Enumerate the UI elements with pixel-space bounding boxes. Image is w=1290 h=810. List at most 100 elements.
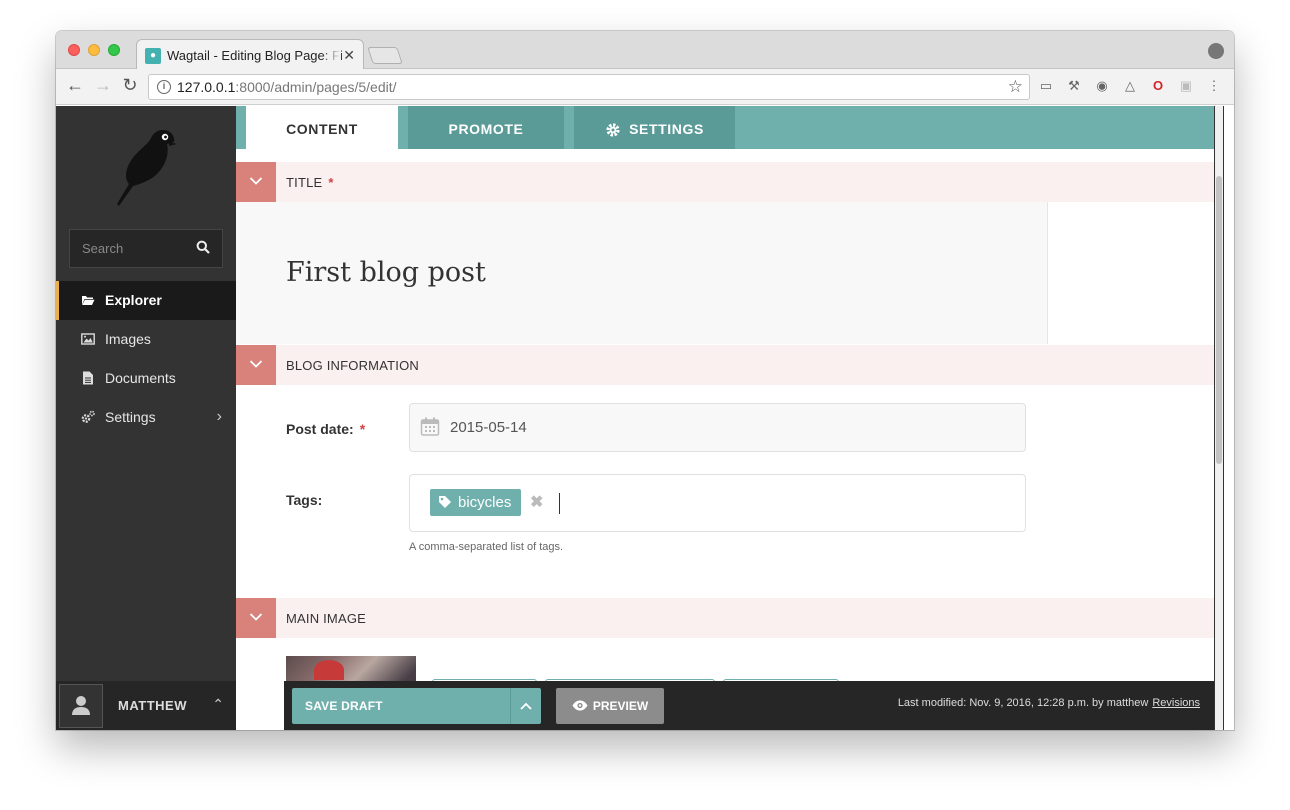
section-collapse-toggle[interactable] [236, 345, 276, 385]
tab-bar: CONTENT PROMOTE SETTINGS [236, 106, 1224, 149]
section-title: BLOG INFORMATION [286, 358, 419, 373]
scroll-track[interactable] [1215, 106, 1223, 730]
title-input[interactable]: First blog post [286, 257, 486, 288]
forward-arrow-icon[interactable]: → [92, 75, 114, 96]
section-collapse-toggle[interactable] [236, 598, 276, 638]
last-modified-text: Last modified: Nov. 9, 2016, 12:28 p.m. … [897, 697, 1149, 709]
search-icon[interactable] [196, 240, 210, 254]
url-host: 127.0.0.1 [177, 79, 236, 95]
scrollbar[interactable] [1214, 106, 1224, 730]
url-path: :8000/admin/pages/5/edit/ [235, 79, 397, 95]
cogs-icon [81, 410, 95, 423]
sidebar-item-documents[interactable]: Documents [56, 359, 236, 398]
new-tab-button[interactable] [367, 47, 403, 64]
tab-close-icon[interactable]: ✕ [343, 47, 355, 64]
tags-label: Tags: [286, 492, 323, 508]
more-actions-button[interactable] [510, 688, 541, 724]
required-asterisk: * [328, 175, 334, 190]
chevron-down-icon [249, 613, 263, 621]
sidebar-item-settings[interactable]: Settings › [56, 398, 236, 437]
sidebar-item-explorer[interactable]: Explorer [56, 281, 236, 320]
reload-icon[interactable]: ↻ [119, 75, 141, 96]
cast-icon[interactable]: ▭ [1038, 78, 1054, 94]
image-icon [81, 333, 95, 345]
browser-tab-strip: ● Wagtail - Editing Blog Page: First blo… [56, 31, 1234, 70]
user-icon [72, 696, 90, 715]
document-icon [83, 371, 93, 385]
section-blog-information-header[interactable]: BLOG INFORMATION [236, 345, 1224, 385]
section-title-text: TITLE [286, 175, 323, 190]
section-main-image-header[interactable]: MAIN IMAGE [236, 598, 1224, 638]
wrench-icon[interactable]: ⚒ [1066, 78, 1082, 94]
post-date-value: 2015-05-14 [450, 419, 527, 436]
account-name: MATTHEW [118, 698, 187, 713]
maximize-window-button[interactable] [108, 44, 120, 56]
post-date-label: Post date: * [286, 421, 365, 437]
site-info-icon[interactable]: i [157, 80, 171, 94]
eye-icon [572, 700, 588, 711]
close-window-button[interactable] [68, 44, 80, 56]
text-caret [559, 493, 560, 514]
minimize-window-button[interactable] [88, 44, 100, 56]
avatar[interactable] [59, 684, 103, 728]
title-field[interactable]: First blog post [236, 202, 1048, 344]
account-menu[interactable]: MATTHEW ⌃ [56, 681, 236, 730]
address-bar[interactable]: i 127.0.0.1:8000/admin/pages/5/edit/ ☆ [148, 74, 1030, 100]
search-input[interactable] [70, 230, 190, 267]
last-modified-info: Last modified: Nov. 9, 2016, 12:28 p.m. … [898, 697, 1200, 709]
folder-open-icon [82, 296, 95, 305]
tab-content[interactable]: CONTENT [246, 106, 398, 149]
tab-settings[interactable]: SETTINGS [574, 106, 735, 149]
extension-icon[interactable]: ▣ [1178, 78, 1194, 94]
sidebar-item-images[interactable]: Images [56, 320, 236, 359]
sidebar-item-label: Images [105, 331, 151, 347]
wagtail-favicon-icon: ● [145, 48, 161, 64]
browser-tab-active[interactable]: ● Wagtail - Editing Blog Page: First blo… [136, 39, 364, 70]
camera-icon[interactable]: ◉ [1094, 78, 1110, 94]
chrome-menu-icon[interactable]: ⋮ [1206, 78, 1222, 94]
main-content: CONTENT PROMOTE SETTINGS TITLE * First b… [236, 106, 1224, 730]
tags-field[interactable]: bicycles ✖ [409, 474, 1026, 532]
wagtail-admin-page: Explorer Images Documents [56, 106, 1234, 730]
preview-button[interactable]: PREVIEW [556, 688, 664, 724]
scroll-thumb[interactable] [1216, 176, 1222, 464]
revisions-link[interactable]: Revisions [1152, 697, 1200, 709]
back-arrow-icon[interactable]: ← [64, 75, 86, 96]
sidebar-item-label: Documents [105, 370, 176, 386]
tag-chip[interactable]: bicycles [430, 489, 522, 516]
warning-triangle-icon[interactable]: △ [1122, 78, 1138, 94]
calendar-icon [420, 417, 440, 436]
chevron-right-icon: › [216, 408, 222, 425]
search-box [69, 229, 223, 268]
profile-icon[interactable] [1208, 43, 1224, 59]
section-title: MAIN IMAGE [286, 611, 367, 626]
tab-promote[interactable]: PROMOTE [408, 106, 564, 149]
wagtail-logo-icon[interactable] [111, 126, 181, 208]
tags-help-text: A comma-separated list of tags. [409, 541, 564, 553]
chevron-up-icon [520, 702, 532, 710]
required-asterisk: * [359, 421, 366, 437]
sidebar: Explorer Images Documents [56, 106, 236, 730]
browser-tab-title: Wagtail - Editing Blog Page: First blog … [167, 48, 343, 63]
tag-chip-label: bicycles [458, 494, 512, 511]
post-date-label-text: Post date: [286, 421, 354, 437]
browser-window: ● Wagtail - Editing Blog Page: First blo… [56, 31, 1234, 730]
url-text[interactable]: 127.0.0.1:8000/admin/pages/5/edit/ [177, 79, 397, 95]
tag-remove-icon[interactable]: ✖ [530, 492, 543, 512]
section-title-header[interactable]: TITLE * [236, 162, 1224, 202]
sidebar-item-label: Settings [105, 409, 156, 425]
opera-icon[interactable]: O [1150, 78, 1166, 94]
tab-title-fade [321, 44, 341, 66]
tab-settings-label: SETTINGS [629, 121, 704, 137]
save-draft-button[interactable]: SAVE DRAFT [292, 688, 510, 724]
post-date-field[interactable]: 2015-05-14 [409, 403, 1026, 452]
gear-icon [606, 123, 620, 137]
section-title: TITLE * [286, 175, 334, 190]
sidebar-item-label: Explorer [105, 292, 162, 308]
chevron-up-icon[interactable]: ⌃ [212, 696, 224, 713]
preview-label: PREVIEW [592, 699, 649, 713]
chevron-down-icon [249, 360, 263, 368]
browser-toolbar: ← → ↻ i 127.0.0.1:8000/admin/pages/5/edi… [56, 69, 1234, 105]
section-collapse-toggle[interactable] [236, 162, 276, 202]
bookmark-star-icon[interactable]: ☆ [1008, 77, 1023, 97]
